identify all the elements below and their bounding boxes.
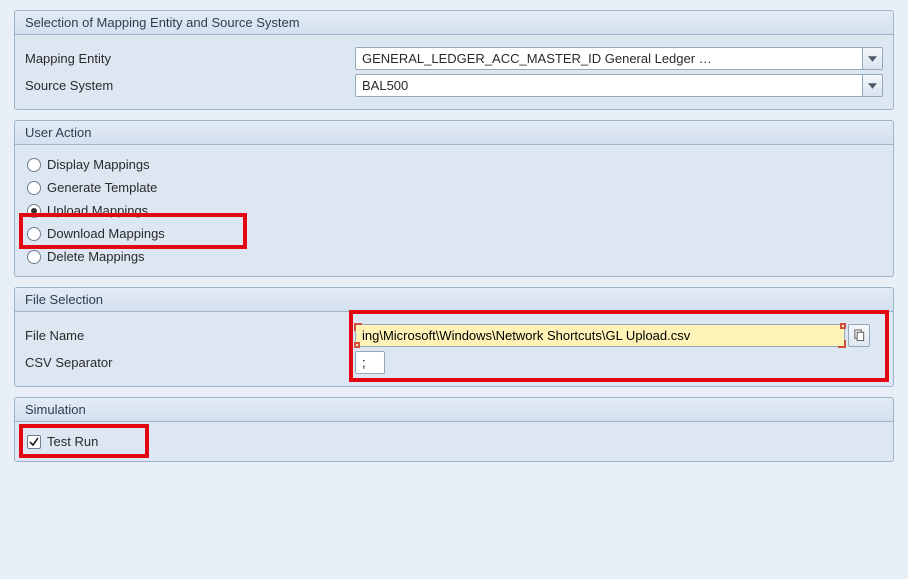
radio-icon (27, 204, 41, 218)
group-selection-title: Selection of Mapping Entity and Source S… (15, 11, 893, 35)
radio-icon (27, 181, 41, 195)
mapping-entity-value: GENERAL_LEDGER_ACC_MASTER_ID General Led… (362, 51, 712, 66)
file-browse-button[interactable] (848, 324, 870, 347)
radio-label: Generate Template (47, 180, 157, 195)
csv-separator-input[interactable] (355, 351, 385, 374)
mapping-entity-dropdown[interactable]: GENERAL_LEDGER_ACC_MASTER_ID General Led… (355, 47, 883, 70)
source-system-dropdown[interactable]: BAL500 (355, 74, 883, 97)
radio-delete-mappings[interactable]: Delete Mappings (25, 245, 883, 268)
group-simulation: Simulation Test Run (14, 397, 894, 462)
radio-download-mappings[interactable]: Download Mappings (25, 222, 883, 245)
radio-display-mappings[interactable]: Display Mappings (25, 153, 883, 176)
file-name-label: File Name (25, 328, 355, 343)
row-csv-separator: CSV Separator (25, 351, 883, 374)
radio-label: Upload Mappings (47, 203, 148, 218)
group-file-selection: File Selection File Name CSV Separator (14, 287, 894, 387)
row-file-name: File Name (25, 324, 883, 347)
csv-separator-label: CSV Separator (25, 355, 355, 370)
group-simulation-title: Simulation (15, 398, 893, 422)
row-source-system: Source System BAL500 (25, 74, 883, 97)
radio-icon (27, 227, 41, 241)
radio-upload-mappings[interactable]: Upload Mappings (25, 199, 883, 222)
radio-icon (27, 250, 41, 264)
checkbox-icon (27, 435, 41, 449)
radio-label: Delete Mappings (47, 249, 145, 264)
group-file-selection-title: File Selection (15, 288, 893, 312)
chevron-down-icon (862, 75, 882, 96)
group-selection: Selection of Mapping Entity and Source S… (14, 10, 894, 110)
file-name-input[interactable] (355, 324, 845, 347)
checkbox-test-run[interactable]: Test Run (25, 430, 883, 453)
source-system-label: Source System (25, 78, 355, 93)
radio-icon (27, 158, 41, 172)
group-user-action: User Action Display Mappings Generate Te… (14, 120, 894, 277)
radio-label: Download Mappings (47, 226, 165, 241)
radio-generate-template[interactable]: Generate Template (25, 176, 883, 199)
group-user-action-title: User Action (15, 121, 893, 145)
source-system-value: BAL500 (362, 78, 408, 93)
row-mapping-entity: Mapping Entity GENERAL_LEDGER_ACC_MASTER… (25, 47, 883, 70)
radio-label: Display Mappings (47, 157, 150, 172)
chevron-down-icon (862, 48, 882, 69)
checkbox-label: Test Run (47, 434, 98, 449)
mapping-entity-label: Mapping Entity (25, 51, 355, 66)
file-browse-icon (853, 329, 866, 342)
